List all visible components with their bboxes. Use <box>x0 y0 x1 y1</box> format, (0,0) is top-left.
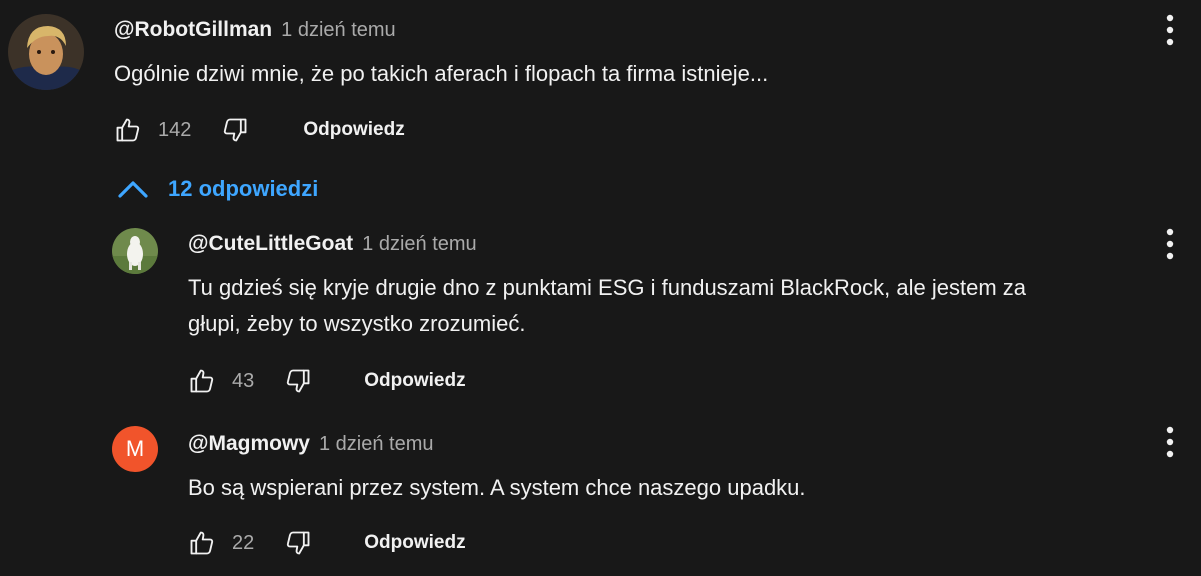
reply-text-line: głupi, żeby to wszystko zrozumieć. <box>188 311 526 336</box>
reply-button[interactable]: Odpowiedz <box>364 532 465 554</box>
kebab-menu-icon <box>1166 426 1174 458</box>
reply-header: @CuteLittleGoat 1 dzień temu <box>188 232 477 256</box>
reply-actions: 43 Odpowiedz <box>186 365 466 397</box>
like-count: 43 <box>232 369 255 392</box>
like-button[interactable] <box>186 365 218 397</box>
reply-time[interactable]: 1 dzień temu <box>319 433 434 456</box>
reply-author[interactable]: @Magmowy <box>188 432 310 456</box>
kebab-menu-icon <box>1166 14 1174 46</box>
comment-author[interactable]: @RobotGillman <box>114 18 272 42</box>
comment-header: @RobotGillman 1 dzień temu <box>114 18 396 42</box>
thumbs-up-icon <box>116 118 140 142</box>
replies-toggle-label: 12 odpowiedzi <box>168 176 319 201</box>
more-options-button[interactable] <box>1158 422 1182 462</box>
reply-actions: 22 Odpowiedz <box>186 527 466 559</box>
comment-actions: 142 Odpowiedz <box>112 114 405 146</box>
comments-section: @RobotGillman 1 dzień temu Ogólnie dziwi… <box>0 0 1201 576</box>
reply-text-line: Tu gdzieś się kryje drugie dno z punktam… <box>188 275 1026 300</box>
reply-button[interactable]: Odpowiedz <box>303 119 404 141</box>
thumbs-down-icon <box>224 118 247 142</box>
replies-toggle[interactable]: 12 odpowiedzi <box>116 176 318 202</box>
reply-text: Tu gdzieś się kryje drugie dno z punktam… <box>188 270 1026 342</box>
avatar[interactable]: M <box>112 426 158 472</box>
reply-header: @Magmowy 1 dzień temu <box>188 432 434 456</box>
comment-text: Ogólnie dziwi mnie, że po takich aferach… <box>114 61 769 86</box>
reply-button[interactable]: Odpowiedz <box>364 370 465 392</box>
dislike-button[interactable] <box>219 114 251 146</box>
reply-author[interactable]: @CuteLittleGoat <box>188 232 353 256</box>
more-options-button[interactable] <box>1158 10 1182 50</box>
comment-time[interactable]: 1 dzień temu <box>281 19 396 42</box>
chevron-up-icon <box>118 181 148 198</box>
like-count: 22 <box>232 531 255 554</box>
more-options-button[interactable] <box>1158 224 1182 264</box>
like-count: 142 <box>158 118 192 141</box>
dislike-button[interactable] <box>282 527 314 559</box>
like-button[interactable] <box>112 114 144 146</box>
thumbs-up-icon <box>190 369 214 393</box>
like-button[interactable] <box>186 527 218 559</box>
thumbs-up-icon <box>190 531 214 555</box>
thumbs-down-icon <box>287 369 310 393</box>
dislike-button[interactable] <box>282 365 314 397</box>
avatar[interactable] <box>112 228 158 274</box>
reply-time[interactable]: 1 dzień temu <box>362 233 477 256</box>
avatar[interactable] <box>8 14 84 90</box>
thumbs-down-icon <box>287 531 310 555</box>
kebab-menu-icon <box>1166 228 1174 260</box>
reply-text: Bo są wspierani przez system. A system c… <box>188 475 806 500</box>
